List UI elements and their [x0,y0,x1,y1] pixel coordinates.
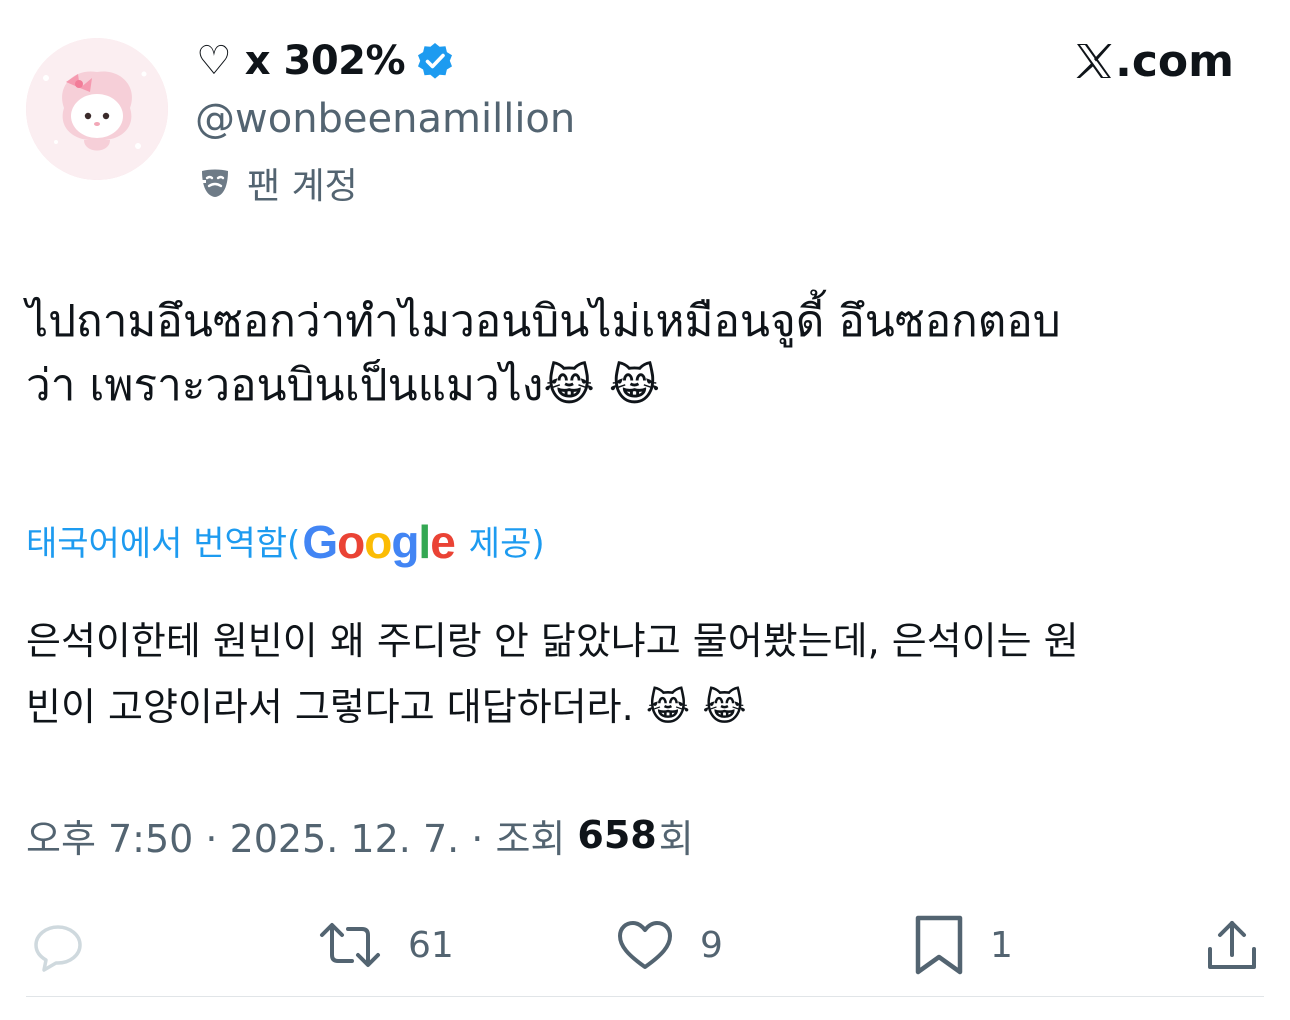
tweet-card: ♡ x 302% @wonbeenamillion 팬 계정 .com ไปถา… [0,0,1290,1020]
brand-logo: .com [1075,35,1234,87]
reply-icon [28,915,88,975]
tweet-translated-text: 은석이한테 원빈이 왜 주디랑 안 닮았냐고 물어봤는데, 은석이는 원 빈이 … [26,619,1079,729]
view-count: 658 [577,813,657,857]
translation-provider-suffix: 제공) [468,523,545,564]
tweet-timestamp[interactable]: 오후 7:50 · 2025. 12. 7. · 조회 [26,808,565,863]
account-label-text: 팬 계정 [247,166,358,207]
reply-button[interactable] [28,910,88,980]
author-display-name[interactable]: ♡ x 302% [196,38,406,84]
author-avatar[interactable] [26,38,168,180]
verified-badge-icon [415,41,455,81]
retweet-count: 61 [408,924,454,966]
retweet-button[interactable]: 61 [316,910,454,980]
share-button[interactable] [1202,910,1262,980]
author-handle[interactable]: @wonbeenamillion [195,96,575,142]
like-count: 9 [700,924,723,966]
tweet-action-bar: 61 9 1 [0,910,1290,980]
tweet-metadata: 오후 7:50 · 2025. 12. 7. · 조회 658 회 [26,808,694,862]
google-logo-icon: Google [302,516,455,568]
share-icon [1202,915,1262,975]
translation-attribution[interactable]: 태국어에서 번역함( Google 제공) [26,512,545,568]
bookmark-button[interactable]: 1 [912,910,1013,980]
account-label-row: 팬 계정 [197,160,358,207]
like-button[interactable]: 9 [614,910,723,980]
author-name-row: ♡ x 302% [196,36,455,86]
bookmark-icon [912,913,966,977]
tweet-original-text: ไปถามอึนซอกว่าทำไมวอนบินไม่เหมือนจูดี้ อ… [26,296,1061,411]
bottom-divider [26,996,1264,997]
x-logo-icon [1075,42,1113,80]
view-count-suffix: 회 [658,816,694,861]
sanrio-character-icon [26,38,168,180]
bookmark-count: 1 [990,924,1013,966]
theater-mask-icon [197,165,233,201]
translation-label: 태국어에서 번역함( [26,523,301,564]
heart-icon [614,915,676,975]
retweet-icon [316,915,384,975]
brand-domain-text: .com [1115,35,1234,87]
